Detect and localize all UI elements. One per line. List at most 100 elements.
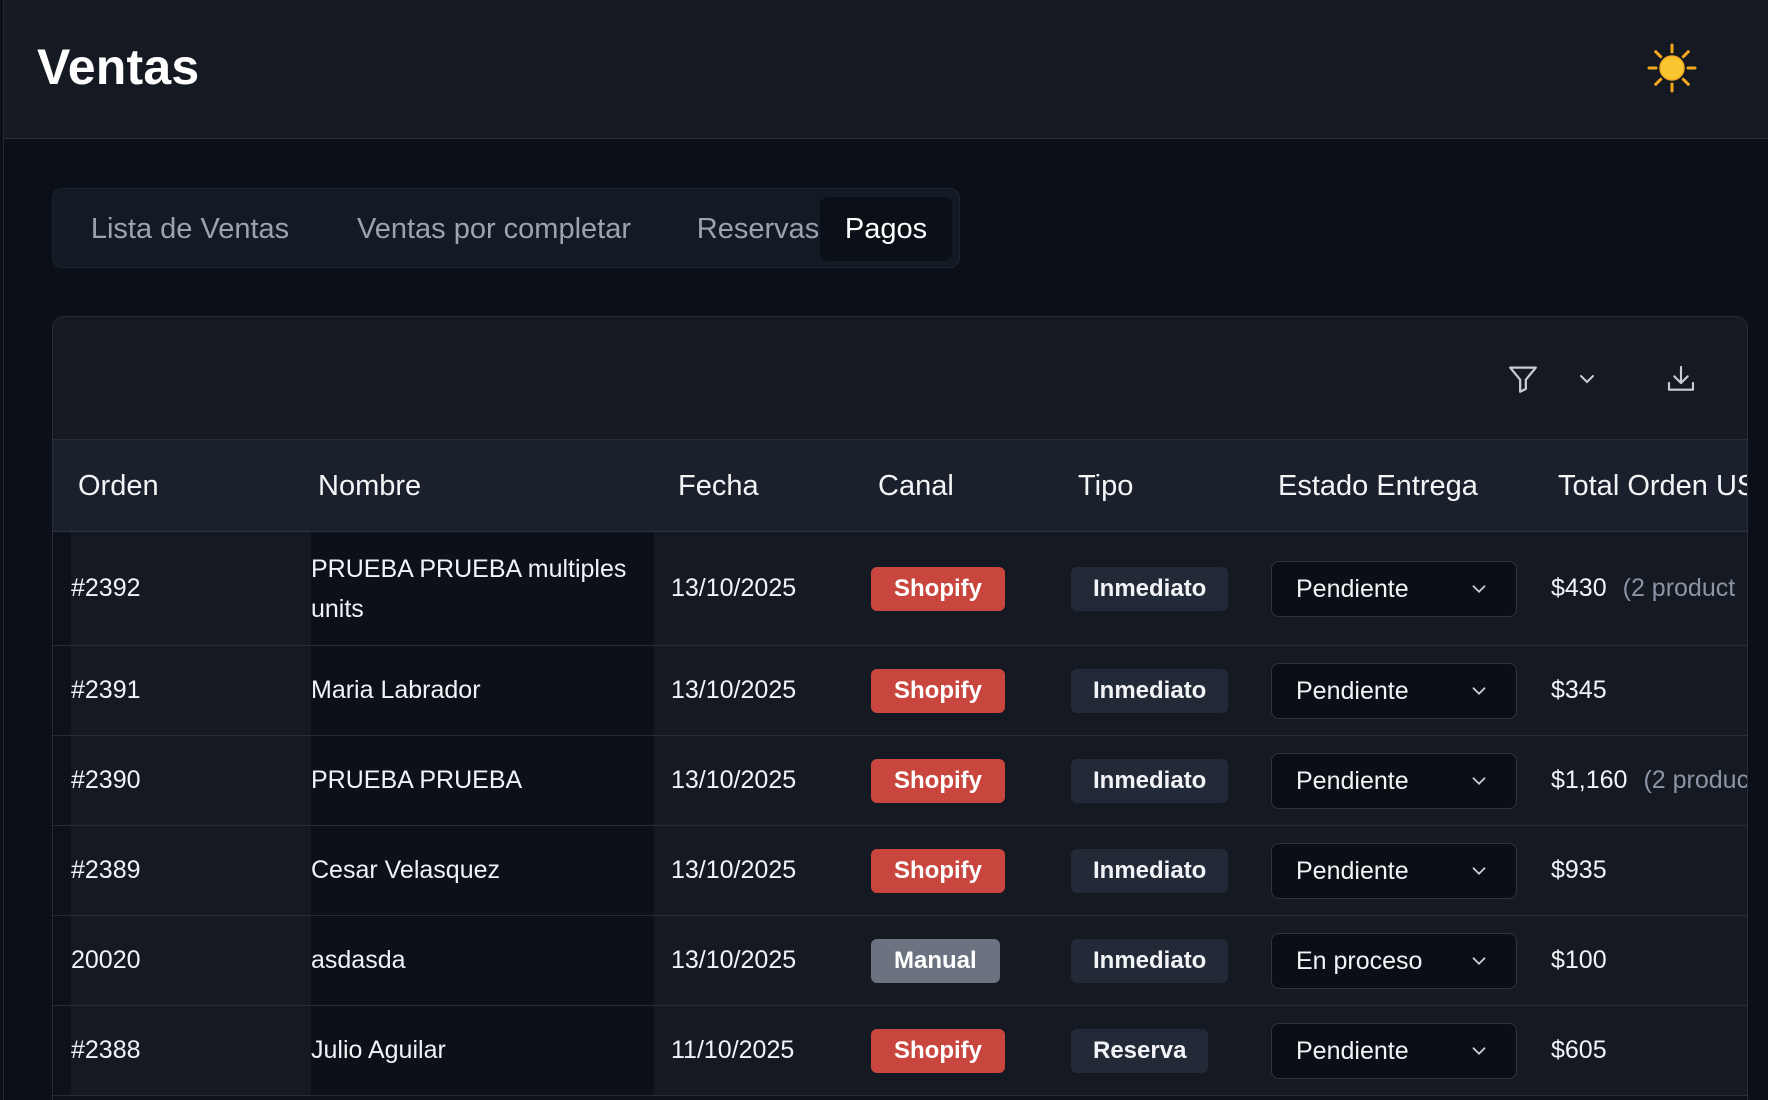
type-cell: Inmediato (1071, 826, 1229, 915)
type-badge: Inmediato (1071, 758, 1229, 803)
delivery-status-select[interactable]: En proceso (1271, 933, 1517, 989)
column-header-tipo[interactable]: Tipo (1078, 440, 1133, 532)
type-cell: Inmediato (1071, 532, 1229, 645)
channel-badge: Shopify (871, 566, 1005, 611)
table-row[interactable]: #2388 Julio Aguilar 11/10/2025 Shopify R… (53, 1006, 1747, 1096)
order-date: 11/10/2025 (671, 1036, 795, 1064)
sun-icon (1647, 43, 1697, 93)
download-button[interactable] (1659, 357, 1703, 401)
channel-cell: Shopify (871, 1006, 1005, 1095)
tab-reservas[interactable]: Reservas (673, 197, 843, 261)
order-total: $1,160 (1551, 766, 1628, 794)
column-header-fecha[interactable]: Fecha (678, 440, 759, 532)
chevron-down-icon (1472, 867, 1486, 876)
order-total: $605 (1551, 1036, 1607, 1064)
delivery-status-value: Pendiente (1296, 767, 1409, 795)
delivery-status-select[interactable]: Pendiente (1271, 753, 1517, 809)
order-date: 13/10/2025 (671, 856, 797, 884)
theme-toggle-button[interactable] (1644, 40, 1700, 96)
order-total-cell: $430 (2 product (1551, 532, 1735, 645)
chevron-down-icon (1472, 957, 1486, 966)
order-total: $100 (1551, 946, 1607, 974)
order-date: 13/10/2025 (671, 574, 797, 602)
order-number: #2388 (71, 1006, 311, 1095)
channel-cell: Manual (871, 916, 1000, 1005)
order-number: #2391 (71, 646, 311, 735)
delivery-status-select[interactable]: Pendiente (1271, 843, 1517, 899)
column-header-estado-entrega[interactable]: Estado Entrega (1278, 440, 1478, 532)
type-cell: Inmediato (1071, 916, 1229, 1005)
channel-badge: Manual (871, 938, 1000, 983)
channel-badge: Shopify (871, 1028, 1005, 1073)
order-total-cell: $605 (1551, 1006, 1623, 1095)
order-total: $430 (1551, 574, 1607, 602)
customer-name: PRUEBA PRUEBA multiples units (311, 554, 627, 623)
type-badge: Inmediato (1071, 668, 1229, 713)
order-total-cell: $100 (1551, 916, 1623, 1005)
order-date: 13/10/2025 (671, 946, 797, 974)
order-date: 13/10/2025 (671, 766, 797, 794)
order-date: 13/10/2025 (671, 676, 797, 704)
type-cell: Inmediato (1071, 736, 1229, 825)
top-bar: Ventas (4, 0, 1768, 139)
product-count: (2 produc (1643, 766, 1748, 794)
tab-pagos[interactable]: Pagos (820, 197, 952, 261)
column-header-orden[interactable]: Orden (78, 440, 159, 532)
channel-cell: Shopify (871, 826, 1005, 915)
order-total: $935 (1551, 856, 1607, 884)
delivery-status-value: Pendiente (1296, 575, 1409, 603)
channel-cell: Shopify (871, 532, 1005, 645)
tab-list: Lista de Ventas Ventas por completar Res… (52, 188, 960, 268)
delivery-status-value: Pendiente (1296, 1037, 1409, 1065)
delivery-status-select[interactable]: Pendiente (1271, 561, 1517, 617)
type-badge: Inmediato (1071, 938, 1229, 983)
delivery-status-value: En proceso (1296, 947, 1423, 975)
page-title: Ventas (37, 39, 200, 95)
table-row[interactable]: #2391 Maria Labrador 13/10/2025 Shopify … (53, 646, 1747, 736)
channel-badge: Shopify (871, 758, 1005, 803)
delivery-status-value: Pendiente (1296, 677, 1409, 705)
filter-button[interactable] (1501, 357, 1545, 401)
order-number: 20020 (71, 916, 311, 1005)
order-total: $345 (1551, 676, 1607, 704)
type-badge: Inmediato (1071, 566, 1229, 611)
column-header-total-orden[interactable]: Total Orden US (1558, 440, 1747, 532)
order-number: #2390 (71, 736, 311, 825)
order-total-cell: $935 (1551, 826, 1623, 915)
table-row[interactable]: 20020 asdasda 13/10/2025 Manual Inmediat… (53, 916, 1747, 1006)
chevron-down-icon (1472, 777, 1486, 786)
table-row[interactable]: #2390 PRUEBA PRUEBA 13/10/2025 Shopify I… (53, 736, 1747, 826)
payments-table-card: Orden Nombre Fecha Canal Tipo Estado Ent… (52, 316, 1748, 1100)
chevron-down-icon (1472, 687, 1486, 696)
filter-dropdown-button[interactable] (1565, 357, 1609, 401)
customer-name: Cesar Velasquez (311, 826, 654, 915)
delivery-status-select[interactable]: Pendiente (1271, 1023, 1517, 1079)
download-icon (1667, 365, 1695, 391)
type-badge: Reserva (1071, 1028, 1209, 1073)
type-cell: Reserva (1071, 1006, 1209, 1095)
channel-cell: Shopify (871, 646, 1005, 735)
tab-lista-de-ventas[interactable]: Lista de Ventas (77, 197, 303, 261)
table-row[interactable]: #2389 Cesar Velasquez 13/10/2025 Shopify… (53, 826, 1747, 916)
delivery-status-select[interactable]: Pendiente (1271, 663, 1517, 719)
filter-icon (1509, 366, 1537, 393)
chevron-down-icon (1580, 375, 1594, 384)
tab-ventas-por-completar[interactable]: Ventas por completar (331, 197, 657, 261)
customer-name: Julio Aguilar (311, 1006, 654, 1095)
type-badge: Inmediato (1071, 848, 1229, 893)
table-row[interactable]: #2392 PRUEBA PRUEBA multiples units 13/1… (53, 532, 1747, 646)
column-header-canal[interactable]: Canal (878, 440, 954, 532)
order-total-cell: $1,160 (2 produc (1551, 736, 1748, 825)
order-number: #2392 (71, 532, 311, 645)
table-toolbar (53, 317, 1747, 440)
column-header-nombre[interactable]: Nombre (318, 440, 421, 532)
channel-badge: Shopify (871, 848, 1005, 893)
channel-badge: Shopify (871, 668, 1005, 713)
table-header: Orden Nombre Fecha Canal Tipo Estado Ent… (53, 440, 1747, 532)
order-total-cell: $345 (1551, 646, 1623, 735)
order-number: #2389 (71, 826, 311, 915)
customer-name: PRUEBA PRUEBA (311, 736, 654, 825)
type-cell: Inmediato (1071, 646, 1229, 735)
delivery-status-value: Pendiente (1296, 857, 1409, 885)
chevron-down-icon (1472, 585, 1486, 594)
